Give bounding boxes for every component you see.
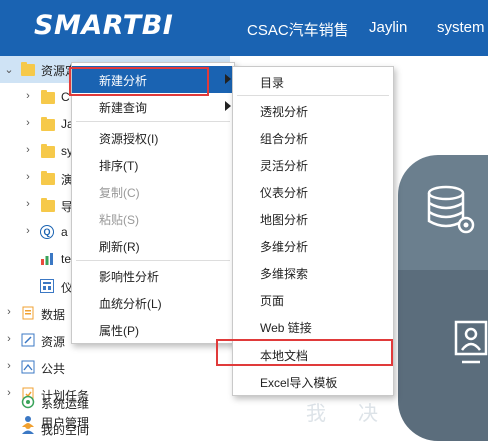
expand-arrow-icon[interactable]: › bbox=[23, 117, 33, 129]
tree-node-my-space[interactable]: 我的空间 bbox=[0, 414, 230, 441]
expand-arrow-icon[interactable]: › bbox=[23, 198, 33, 210]
menu-item-label: 资源授权(I) bbox=[99, 132, 159, 146]
presenter-icon bbox=[454, 320, 488, 364]
presentation-card[interactable] bbox=[398, 270, 488, 441]
folder-icon bbox=[41, 198, 55, 212]
submenu-item-page[interactable]: 页面 bbox=[233, 286, 393, 313]
tree-node-public[interactable]: › 公共 bbox=[0, 353, 230, 380]
data-icon bbox=[21, 306, 35, 320]
folder-icon bbox=[41, 90, 55, 104]
menu-separator bbox=[237, 95, 389, 96]
tree-node-label: C bbox=[61, 90, 70, 104]
submenu-item-excel-import-template[interactable]: Excel导入模板 bbox=[233, 368, 393, 395]
submenu-item-flexible-analysis[interactable]: 灵活分析 bbox=[233, 151, 393, 178]
tree-node-label: 我的空间 bbox=[41, 423, 90, 437]
menu-item-label: 粘贴(S) bbox=[99, 213, 139, 227]
submenu-item-label: 页面 bbox=[260, 294, 285, 308]
menu-item-label: 排序(T) bbox=[99, 159, 139, 173]
submenu-item-label: Excel导入模板 bbox=[260, 376, 338, 390]
chart-icon bbox=[40, 252, 54, 266]
submenu-item-dashboard-analysis[interactable]: 仪表分析 bbox=[233, 178, 393, 205]
submenu-item-olap-analysis[interactable]: 多维分析 bbox=[233, 232, 393, 259]
expand-arrow-icon[interactable]: › bbox=[23, 144, 33, 156]
tree-node-label: te bbox=[61, 252, 72, 266]
menu-item-new-analysis[interactable]: 新建分析 bbox=[72, 66, 234, 93]
submenu-item-combined-analysis[interactable]: 组合分析 bbox=[233, 124, 393, 151]
menu-item-lineage-analysis[interactable]: 血统分析(L) bbox=[72, 289, 234, 316]
menu-item-label: 复制(C) bbox=[99, 186, 140, 200]
user-menu[interactable]: Jaylin bbox=[369, 19, 407, 36]
submenu-item-label: 组合分析 bbox=[260, 132, 309, 146]
menu-item-resource-auth[interactable]: 资源授权(I) bbox=[72, 124, 234, 151]
submenu-arrow-icon bbox=[225, 74, 231, 84]
tree-node-maintenance[interactable]: 系统运维 bbox=[0, 388, 230, 415]
submenu-item-label: 目录 bbox=[260, 76, 285, 90]
menu-item-refresh[interactable]: 刷新(R) bbox=[72, 232, 234, 259]
maintenance-icon bbox=[21, 395, 35, 409]
public-icon bbox=[21, 360, 35, 374]
submenu-item-local-document[interactable]: 本地文档 bbox=[233, 341, 393, 368]
menu-item-impact-analysis[interactable]: 影响性分析 bbox=[72, 262, 234, 289]
expand-arrow-icon[interactable]: › bbox=[23, 225, 33, 237]
menu-item-label: 刷新(R) bbox=[99, 240, 140, 254]
context-menu: 新建分析 新建查询 资源授权(I) 排序(T) 复制(C) 粘贴(S) 刷新(R… bbox=[71, 62, 235, 344]
submenu-item-label: 透视分析 bbox=[260, 105, 309, 119]
submenu-item-web-link[interactable]: Web 链接 bbox=[233, 313, 393, 340]
background-ghost-text: 决 bbox=[358, 403, 378, 425]
collapse-arrow-icon[interactable]: ⌄ bbox=[4, 63, 14, 76]
system-menu[interactable]: system bbox=[437, 19, 485, 36]
expand-arrow-icon[interactable]: › bbox=[23, 171, 33, 183]
submenu-item-map-analysis[interactable]: 地图分析 bbox=[233, 205, 393, 232]
menu-item-sort[interactable]: 排序(T) bbox=[72, 151, 234, 178]
tree-node-label: 数据 bbox=[41, 308, 66, 322]
menu-item-label: 新建分析 bbox=[99, 74, 148, 88]
menu-item-label: 属性(P) bbox=[99, 324, 139, 338]
tree-node-label: 公共 bbox=[41, 362, 66, 376]
submenu-item-label: 多维探索 bbox=[260, 267, 309, 281]
submenu-item-pivot-analysis[interactable]: 透视分析 bbox=[233, 97, 393, 124]
menu-item-paste[interactable]: 粘贴(S) bbox=[72, 205, 234, 232]
top-header: SMARTBI CSAC汽车销售 Jaylin system bbox=[0, 0, 488, 56]
folder-icon bbox=[41, 171, 55, 185]
submenu-item-directory[interactable]: 目录 bbox=[233, 68, 393, 95]
menu-item-label: 新建查询 bbox=[99, 101, 148, 115]
company-menu[interactable]: CSAC汽车销售 bbox=[247, 19, 349, 40]
submenu-item-label: 地图分析 bbox=[260, 213, 309, 227]
expand-arrow-icon[interactable]: › bbox=[4, 306, 14, 318]
expand-arrow-icon[interactable]: › bbox=[4, 360, 14, 372]
submenu-item-olap-explore[interactable]: 多维探索 bbox=[233, 259, 393, 286]
menu-separator bbox=[76, 121, 230, 122]
folder-icon bbox=[41, 144, 55, 158]
menu-separator bbox=[76, 260, 230, 261]
background-ghost-text: 我 bbox=[306, 403, 326, 425]
my-space-icon bbox=[21, 421, 35, 435]
new-analysis-submenu: 目录 透视分析 组合分析 灵活分析 仪表分析 地图分析 多维分析 多维探索 页面… bbox=[232, 66, 394, 396]
resource-icon bbox=[21, 333, 35, 347]
submenu-item-label: Web 链接 bbox=[260, 321, 312, 335]
tree-node-label: a bbox=[61, 225, 68, 239]
database-card[interactable] bbox=[398, 155, 488, 270]
menu-item-label: 影响性分析 bbox=[99, 270, 160, 284]
smartbi-logo[interactable]: SMARTBI bbox=[34, 10, 173, 41]
query-icon: Q bbox=[40, 225, 54, 239]
folder-icon bbox=[41, 117, 55, 131]
folder-icon bbox=[21, 62, 35, 76]
tree-node-label: 资源 bbox=[41, 335, 66, 349]
menu-item-new-query[interactable]: 新建查询 bbox=[72, 93, 234, 120]
menu-item-label: 血统分析(L) bbox=[99, 297, 162, 311]
tree-node-label: 系统运维 bbox=[41, 397, 90, 411]
menu-item-copy[interactable]: 复制(C) bbox=[72, 178, 234, 205]
expand-arrow-icon[interactable]: › bbox=[4, 333, 14, 345]
menu-item-properties[interactable]: 属性(P) bbox=[72, 316, 234, 343]
submenu-item-label: 本地文档 bbox=[260, 349, 309, 363]
submenu-arrow-icon bbox=[225, 101, 231, 111]
database-gear-icon bbox=[427, 185, 475, 234]
welcome-panel: 我 决 bbox=[306, 140, 488, 441]
submenu-item-label: 灵活分析 bbox=[260, 159, 309, 173]
submenu-item-label: 多维分析 bbox=[260, 240, 309, 254]
expand-arrow-icon[interactable]: › bbox=[23, 90, 33, 102]
dashboard-icon bbox=[40, 279, 54, 293]
submenu-item-label: 仪表分析 bbox=[260, 186, 309, 200]
